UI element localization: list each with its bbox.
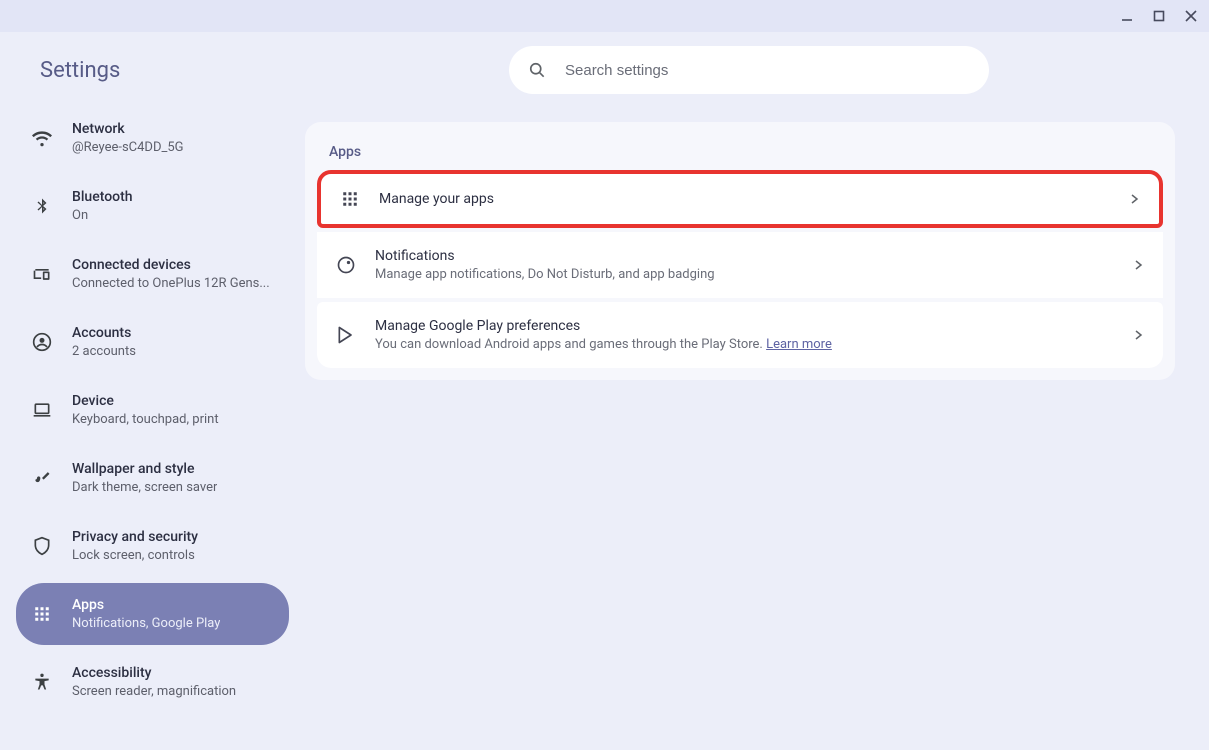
row-title: Manage your apps bbox=[379, 189, 1129, 209]
sidebar-item-label: Bluetooth bbox=[72, 187, 133, 207]
sidebar-item-network[interactable]: Network @Reyee-sC4DD_5G bbox=[16, 107, 289, 169]
sidebar-item-label: Device bbox=[72, 391, 219, 411]
sidebar-item-device[interactable]: Device Keyboard, touchpad, print bbox=[16, 379, 289, 441]
sidebar-item-privacy[interactable]: Privacy and security Lock screen, contro… bbox=[16, 515, 289, 577]
learn-more-link[interactable]: Learn more bbox=[766, 337, 832, 352]
sidebar-item-wallpaper[interactable]: Wallpaper and style Dark theme, screen s… bbox=[16, 447, 289, 509]
sidebar-item-sublabel: Notifications, Google Play bbox=[72, 615, 220, 633]
chevron-right-icon bbox=[1133, 259, 1145, 271]
shield-icon bbox=[32, 536, 52, 556]
row-title: Manage Google Play preferences bbox=[375, 316, 1133, 336]
sidebar: Settings Network @Reyee-sC4DD_5G Bluetoo… bbox=[0, 32, 305, 750]
sidebar-item-sublabel: Connected to OnePlus 12R Gens... bbox=[72, 275, 270, 293]
apps-section: Apps Manage your apps Notifications bbox=[305, 122, 1175, 380]
sidebar-item-label: Wallpaper and style bbox=[72, 459, 217, 479]
search-bar[interactable] bbox=[509, 46, 989, 94]
laptop-icon bbox=[32, 400, 52, 420]
wifi-icon bbox=[32, 128, 52, 148]
row-title: Notifications bbox=[375, 246, 1133, 266]
apps-grid-icon bbox=[339, 188, 361, 210]
accessibility-icon bbox=[32, 672, 52, 692]
sidebar-item-apps[interactable]: Apps Notifications, Google Play bbox=[16, 583, 289, 645]
bluetooth-icon bbox=[32, 196, 52, 216]
devices-icon bbox=[32, 264, 52, 284]
sidebar-item-label: Accounts bbox=[72, 323, 136, 343]
sidebar-item-sublabel: Keyboard, touchpad, print bbox=[72, 411, 219, 429]
window-titlebar bbox=[0, 0, 1209, 32]
dnd-icon bbox=[335, 254, 357, 276]
row-manage-apps[interactable]: Manage your apps bbox=[317, 170, 1163, 228]
sidebar-item-label: Accessibility bbox=[72, 663, 236, 683]
app-title: Settings bbox=[16, 44, 289, 107]
sidebar-item-sublabel: Lock screen, controls bbox=[72, 547, 198, 565]
minimize-button[interactable] bbox=[1117, 6, 1137, 26]
sidebar-item-label: Connected devices bbox=[72, 255, 270, 275]
chevron-right-icon bbox=[1133, 329, 1145, 341]
sidebar-item-sublabel: Dark theme, screen saver bbox=[72, 479, 217, 497]
brush-icon bbox=[32, 468, 52, 488]
search-input[interactable] bbox=[565, 62, 971, 79]
row-subtitle: Manage app notifications, Do Not Disturb… bbox=[375, 266, 1133, 284]
maximize-button[interactable] bbox=[1149, 6, 1169, 26]
sidebar-item-accessibility[interactable]: Accessibility Screen reader, magnificati… bbox=[16, 651, 289, 713]
sidebar-item-label: Privacy and security bbox=[72, 527, 198, 547]
play-store-icon bbox=[335, 324, 357, 346]
main-content: Apps Manage your apps Notifications bbox=[305, 32, 1209, 750]
chevron-right-icon bbox=[1129, 193, 1141, 205]
sidebar-item-label: Apps bbox=[72, 595, 220, 615]
sidebar-item-label: Network bbox=[72, 119, 184, 139]
row-notifications[interactable]: Notifications Manage app notifications, … bbox=[317, 232, 1163, 298]
row-subtitle: You can download Android apps and games … bbox=[375, 336, 1133, 354]
sidebar-item-sublabel: @Reyee-sC4DD_5G bbox=[72, 139, 184, 157]
sidebar-item-sublabel: On bbox=[72, 207, 133, 225]
sidebar-item-accounts[interactable]: Accounts 2 accounts bbox=[16, 311, 289, 373]
account-icon bbox=[32, 332, 52, 352]
sidebar-item-bluetooth[interactable]: Bluetooth On bbox=[16, 175, 289, 237]
search-icon bbox=[527, 60, 547, 80]
sidebar-item-sublabel: Screen reader, magnification bbox=[72, 683, 236, 701]
sidebar-item-sublabel: 2 accounts bbox=[72, 343, 136, 361]
close-button[interactable] bbox=[1181, 6, 1201, 26]
row-google-play[interactable]: Manage Google Play preferences You can d… bbox=[317, 302, 1163, 368]
sidebar-item-connected-devices[interactable]: Connected devices Connected to OnePlus 1… bbox=[16, 243, 289, 305]
section-title: Apps bbox=[305, 140, 1175, 170]
apps-grid-icon bbox=[32, 604, 52, 624]
